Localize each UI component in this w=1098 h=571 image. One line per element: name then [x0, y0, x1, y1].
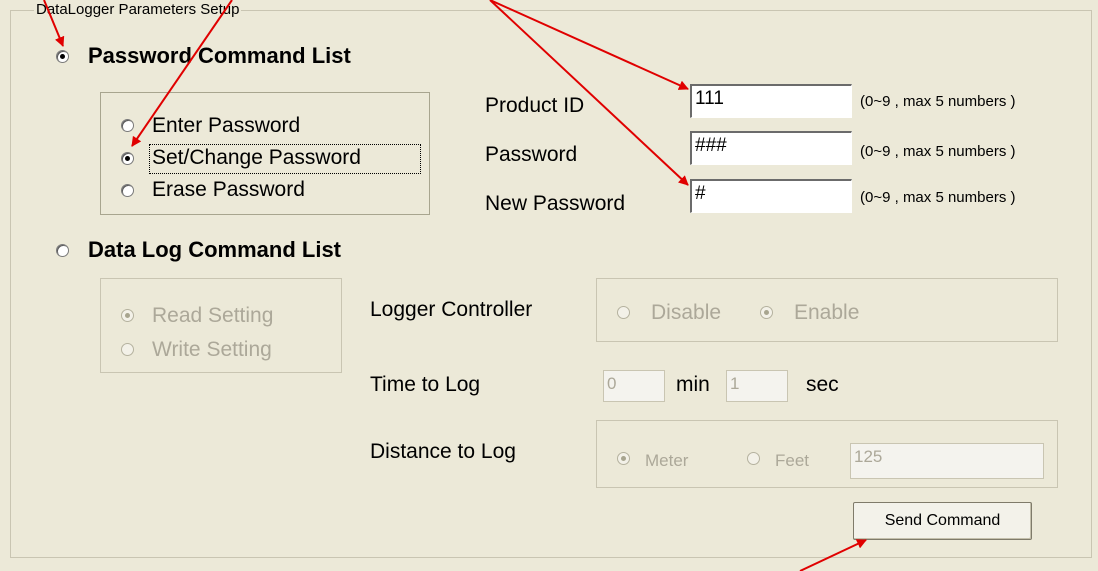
- time-to-log-label: Time to Log: [370, 373, 481, 396]
- write-setting-radio[interactable]: [121, 343, 134, 356]
- read-setting-radio[interactable]: [121, 309, 134, 322]
- time-sec-input[interactable]: 1: [726, 370, 788, 402]
- sec-unit-label: sec: [806, 373, 839, 396]
- feet-label[interactable]: Feet: [775, 449, 809, 473]
- new-password-hint: (0~9 , max 5 numbers ): [860, 189, 1016, 206]
- disable-label[interactable]: Disable: [651, 301, 721, 325]
- min-unit-label: min: [676, 373, 710, 396]
- password-command-radio[interactable]: [56, 50, 69, 63]
- time-min-input[interactable]: 0: [603, 370, 665, 402]
- meter-label[interactable]: Meter: [645, 449, 688, 473]
- erase-password-radio[interactable]: [121, 184, 134, 197]
- disable-radio[interactable]: [617, 306, 630, 319]
- group-title: DataLogger Parameters Setup: [34, 1, 242, 19]
- read-setting-label[interactable]: Read Setting: [152, 304, 273, 328]
- password-input[interactable]: ###: [690, 131, 852, 165]
- password-command-label[interactable]: Password Command List: [88, 44, 351, 68]
- set-change-password-label[interactable]: Set/Change Password: [152, 146, 361, 170]
- logger-controller-label: Logger Controller: [370, 298, 533, 321]
- password-label: Password: [485, 143, 578, 166]
- product-id-hint: (0~9 , max 5 numbers ): [860, 93, 1016, 110]
- password-hint: (0~9 , max 5 numbers ): [860, 143, 1016, 160]
- enter-password-radio[interactable]: [121, 119, 134, 132]
- new-password-input[interactable]: #: [690, 179, 852, 213]
- new-password-label: New Password: [485, 192, 626, 215]
- send-command-button[interactable]: Send Command: [853, 502, 1032, 540]
- distance-value-input[interactable]: 125: [850, 443, 1044, 479]
- product-id-input[interactable]: 111: [690, 84, 852, 118]
- write-setting-label[interactable]: Write Setting: [152, 338, 272, 362]
- enter-password-label[interactable]: Enter Password: [152, 114, 300, 138]
- erase-password-label[interactable]: Erase Password: [152, 178, 305, 202]
- datalog-command-label[interactable]: Data Log Command List: [88, 238, 341, 262]
- feet-radio[interactable]: [747, 452, 760, 465]
- datalog-command-radio[interactable]: [56, 244, 69, 257]
- enable-radio[interactable]: [760, 306, 773, 319]
- distance-to-log-label: Distance to Log: [370, 440, 516, 463]
- enable-label[interactable]: Enable: [794, 301, 859, 325]
- meter-radio[interactable]: [617, 452, 630, 465]
- product-id-label: Product ID: [485, 94, 585, 117]
- set-change-password-radio[interactable]: [121, 152, 134, 165]
